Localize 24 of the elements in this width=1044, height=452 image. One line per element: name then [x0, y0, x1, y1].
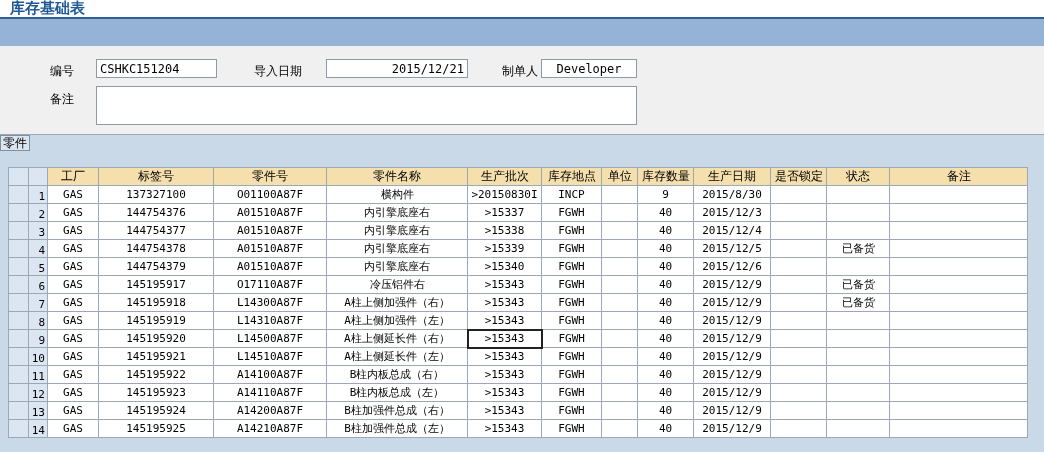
import-date-label: 导入日期 [254, 63, 302, 80]
column-header[interactable]: 零件名称 [326, 167, 468, 186]
column-header[interactable]: 库存地点 [541, 167, 602, 186]
page-title: 库存基础表 [10, 0, 85, 17]
import-date-field[interactable]: 2015/12/21 [326, 59, 468, 78]
column-header[interactable]: 单位 [601, 167, 638, 186]
column-header[interactable]: 库存数量 [637, 167, 694, 186]
column-header[interactable]: 标签号 [98, 167, 214, 186]
column-header[interactable]: 生产日期 [693, 167, 771, 186]
column-header[interactable]: 是否锁定 [770, 167, 827, 186]
remarks-field[interactable] [96, 86, 637, 125]
column-header[interactable]: 状态 [826, 167, 890, 186]
creator-field[interactable]: Developer [541, 59, 637, 78]
remarks-label: 备注 [50, 91, 74, 108]
column-header[interactable]: 零件号 [213, 167, 327, 186]
focused-cell: >15343 [467, 329, 542, 348]
column-header[interactable]: 备注 [889, 167, 1028, 186]
code-field[interactable]: CSHKC151204 [96, 59, 217, 78]
parts-tab[interactable]: 零件 [0, 135, 30, 151]
column-header[interactable]: 生产批次 [467, 167, 542, 186]
header-corner [8, 167, 29, 186]
creator-label: 制单人 [502, 63, 538, 80]
code-label: 编号 [50, 63, 74, 80]
column-header[interactable]: 工厂 [47, 167, 99, 186]
